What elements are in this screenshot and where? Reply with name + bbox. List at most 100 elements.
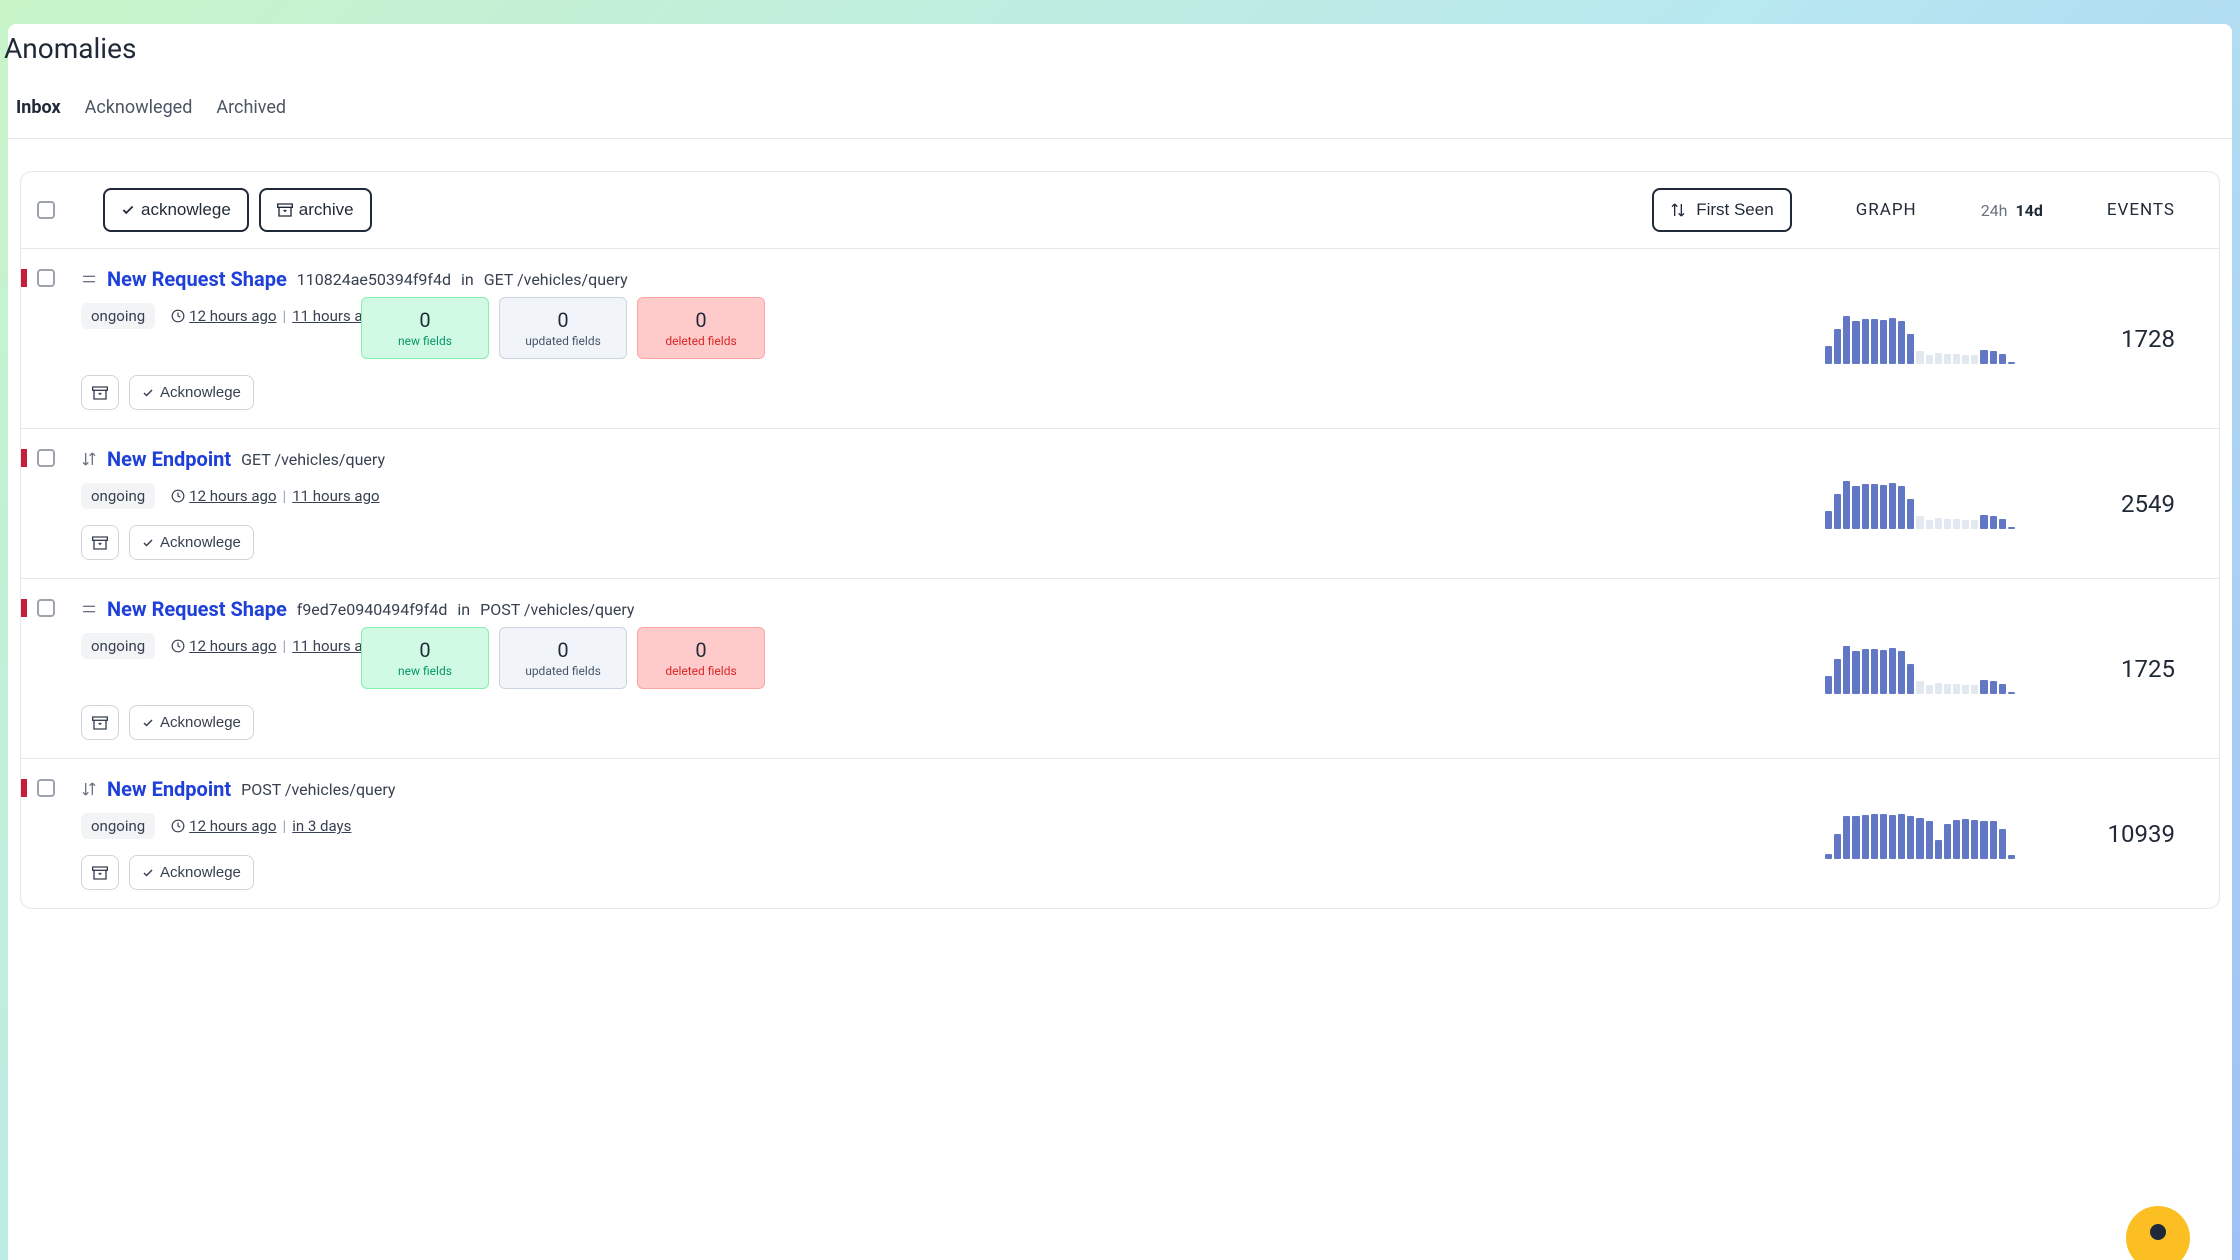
severity-marker xyxy=(21,449,27,467)
severity-marker xyxy=(21,779,27,797)
archive-icon xyxy=(92,535,108,551)
updated-fields-count: 0 xyxy=(557,638,568,662)
anomaly-endpoint: GET /vehicles/query xyxy=(484,270,628,289)
time-info: 12 hours ago | in 3 days xyxy=(171,817,351,835)
in-word: in xyxy=(461,270,474,289)
event-sparkline xyxy=(1825,809,2015,859)
in-word: in xyxy=(457,600,470,619)
anomaly-hash: 110824ae50394f9f4d xyxy=(297,270,451,289)
anomaly-endpoint: GET /vehicles/query xyxy=(241,450,385,469)
updated-fields-box: 0 updated fields xyxy=(499,297,627,359)
event-count: 1725 xyxy=(2095,655,2175,683)
tab-acknowleged[interactable]: Acknowleged xyxy=(85,97,193,122)
anomaly-title-link[interactable]: New Request Shape xyxy=(107,267,287,291)
button-label: archive xyxy=(299,200,354,220)
anomaly-hash: f9ed7e0940494f9f4d xyxy=(297,600,448,619)
anomaly-row: New Endpoint POST /vehicles/query ongoin… xyxy=(21,759,2219,908)
page-title: Anomalies xyxy=(4,24,2232,65)
tab-inbox[interactable]: Inbox xyxy=(16,97,61,122)
time-option-14d[interactable]: 14d xyxy=(2015,201,2042,220)
row-checkbox[interactable] xyxy=(37,269,55,287)
row-acknowledge-button[interactable]: Acknowlege xyxy=(129,375,254,410)
last-seen-link[interactable]: in 3 days xyxy=(292,817,351,835)
anomaly-list: acknowlege archive First Seen GRAPH 24h 1… xyxy=(20,171,2220,909)
first-seen-link[interactable]: 12 hours ago xyxy=(189,637,276,655)
select-all-checkbox[interactable] xyxy=(37,201,55,219)
check-icon xyxy=(121,203,135,217)
event-sparkline xyxy=(1825,479,2015,529)
first-seen-link[interactable]: 12 hours ago xyxy=(189,307,276,325)
row-acknowledge-button[interactable]: Acknowlege xyxy=(129,855,254,890)
field-changes: 0 new fields 0 updated fields 0 deleted … xyxy=(361,297,1825,359)
acknowledge-button[interactable]: acknowlege xyxy=(103,188,249,232)
tab-archived[interactable]: Archived xyxy=(216,97,286,122)
severity-marker xyxy=(21,269,27,287)
anomaly-row: New Request Shape f9ed7e0940494f9f4d in … xyxy=(21,579,2219,759)
button-label: Acknowlege xyxy=(160,384,241,401)
severity-marker xyxy=(21,599,27,617)
archive-button[interactable]: archive xyxy=(259,188,372,232)
updated-fields-label: updated fields xyxy=(525,664,601,678)
button-label: Acknowlege xyxy=(160,864,241,881)
archive-icon xyxy=(92,865,108,881)
event-sparkline xyxy=(1825,314,2015,364)
status-badge: ongoing xyxy=(81,813,155,839)
new-fields-count: 0 xyxy=(419,638,430,662)
anomaly-endpoint: POST /vehicles/query xyxy=(241,780,395,799)
time-option-24h[interactable]: 24h xyxy=(1981,201,2008,220)
graph-column-header: GRAPH xyxy=(1856,200,1917,220)
row-acknowledge-button[interactable]: Acknowlege xyxy=(129,705,254,740)
time-info: 12 hours ago | 11 hours ago xyxy=(171,487,379,505)
first-seen-link[interactable]: 12 hours ago xyxy=(189,817,276,835)
sort-button[interactable]: First Seen xyxy=(1652,188,1791,232)
row-archive-button[interactable] xyxy=(81,525,119,560)
deleted-fields-count: 0 xyxy=(695,638,706,662)
anomaly-title-link[interactable]: New Request Shape xyxy=(107,597,287,621)
deleted-fields-box: 0 deleted fields xyxy=(637,627,765,689)
deleted-fields-label: deleted fields xyxy=(665,334,736,348)
event-sparkline xyxy=(1825,644,2015,694)
clock-icon xyxy=(171,819,185,833)
deleted-fields-label: deleted fields xyxy=(665,664,736,678)
new-fields-box: 0 new fields xyxy=(361,297,489,359)
row-archive-button[interactable] xyxy=(81,855,119,890)
check-icon xyxy=(142,537,154,549)
event-count: 2549 xyxy=(2095,490,2175,518)
check-icon xyxy=(142,387,154,399)
tabs-bar: Inbox Acknowleged Archived xyxy=(8,65,2232,139)
row-checkbox[interactable] xyxy=(37,449,55,467)
events-column-header: EVENTS xyxy=(2107,200,2175,220)
shape-icon xyxy=(81,271,97,287)
clock-icon xyxy=(171,489,185,503)
updated-fields-box: 0 updated fields xyxy=(499,627,627,689)
deleted-fields-box: 0 deleted fields xyxy=(637,297,765,359)
archive-icon xyxy=(277,202,293,218)
row-archive-button[interactable] xyxy=(81,705,119,740)
anomaly-title-link[interactable]: New Endpoint xyxy=(107,447,231,471)
last-seen-link[interactable]: 11 hours ago xyxy=(292,487,379,505)
status-badge: ongoing xyxy=(81,303,155,329)
anomaly-row: New Request Shape 110824ae50394f9f4d in … xyxy=(21,249,2219,429)
new-fields-box: 0 new fields xyxy=(361,627,489,689)
time-info: 12 hours ago | 11 hours ago xyxy=(171,637,379,655)
row-acknowledge-button[interactable]: Acknowlege xyxy=(129,525,254,560)
time-info: 12 hours ago | 11 hours ago xyxy=(171,307,379,325)
anomaly-title-link[interactable]: New Endpoint xyxy=(107,777,231,801)
event-count: 1728 xyxy=(2095,325,2175,353)
new-fields-label: new fields xyxy=(398,664,452,678)
button-label: acknowlege xyxy=(141,200,231,220)
new-fields-label: new fields xyxy=(398,334,452,348)
row-checkbox[interactable] xyxy=(37,779,55,797)
row-checkbox[interactable] xyxy=(37,599,55,617)
new-fields-count: 0 xyxy=(419,308,430,332)
check-icon xyxy=(142,867,154,879)
row-archive-button[interactable] xyxy=(81,375,119,410)
endpoint-icon xyxy=(81,781,97,797)
button-label: First Seen xyxy=(1696,200,1773,220)
anomaly-endpoint: POST /vehicles/query xyxy=(480,600,634,619)
field-changes: 0 new fields 0 updated fields 0 deleted … xyxy=(361,627,1825,689)
time-range-toggle: 24h 14d xyxy=(1981,201,2043,220)
deleted-fields-count: 0 xyxy=(695,308,706,332)
clock-icon xyxy=(171,639,185,653)
first-seen-link[interactable]: 12 hours ago xyxy=(189,487,276,505)
